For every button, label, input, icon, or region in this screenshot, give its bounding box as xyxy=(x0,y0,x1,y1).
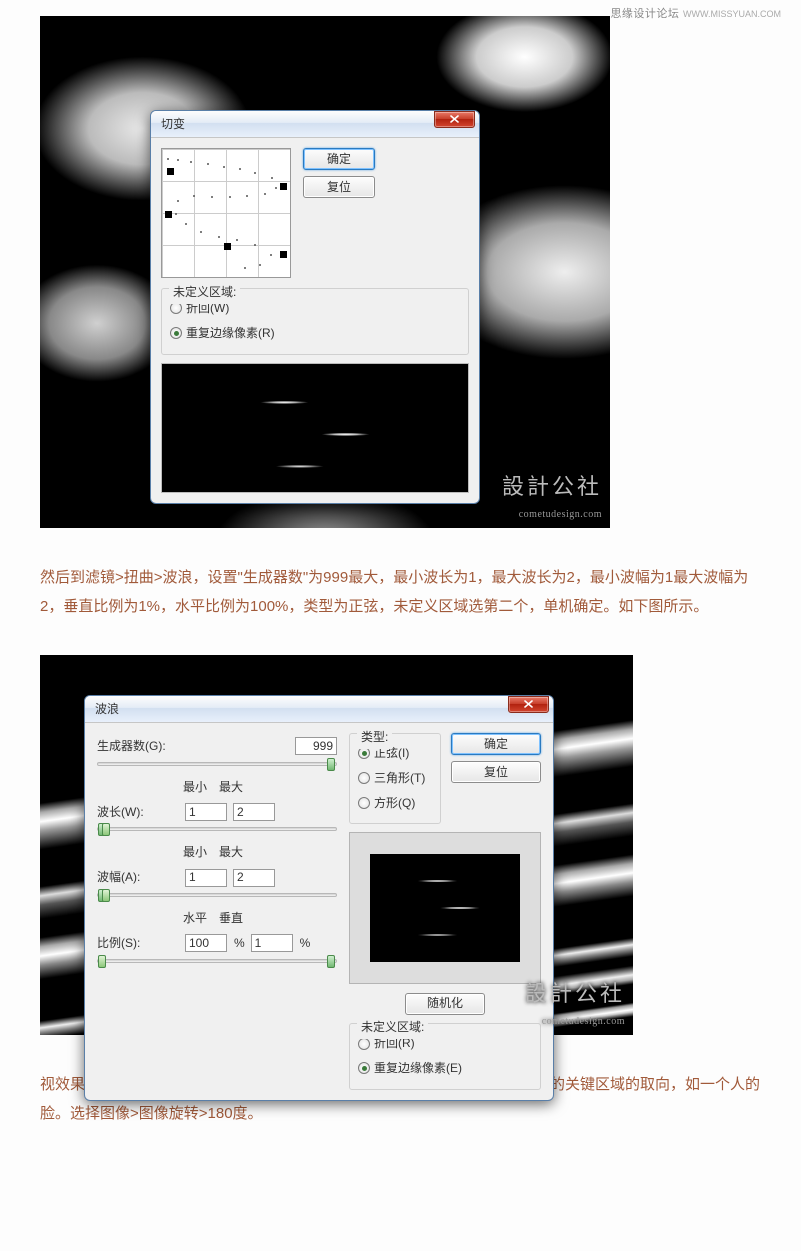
figure-shear: 切变 xyxy=(40,16,610,528)
amplitude-min-input[interactable]: 1 xyxy=(185,869,227,887)
wavelength-slider[interactable] xyxy=(97,827,337,831)
close-icon xyxy=(524,700,533,708)
min-label: 最小 xyxy=(181,841,209,864)
wave-preview xyxy=(370,854,520,962)
type-legend: 类型: xyxy=(357,726,392,749)
figure-wave: 波浪 生成器数(G): 999 xyxy=(40,655,633,1035)
generators-slider[interactable] xyxy=(97,762,337,766)
generators-input[interactable]: 999 xyxy=(295,737,337,755)
generators-label: 生成器数(G): xyxy=(97,735,183,758)
wrap-radio[interactable] xyxy=(358,1038,370,1050)
shear-handle[interactable] xyxy=(280,183,287,190)
amplitude-slider[interactable] xyxy=(97,893,337,897)
scale-slider[interactable] xyxy=(97,959,337,963)
type-square-radio[interactable] xyxy=(358,797,370,809)
reset-button[interactable]: 复位 xyxy=(451,761,541,783)
reset-button[interactable]: 复位 xyxy=(303,176,375,198)
shear-handle[interactable] xyxy=(224,243,231,250)
type-triangle-radio[interactable] xyxy=(358,772,370,784)
type-triangle-label: 三角形(T) xyxy=(374,767,425,790)
undefined-area-legend: 未定义区域: xyxy=(169,281,240,304)
horiz-label: 水平 xyxy=(181,907,209,930)
shear-preview xyxy=(161,363,469,493)
amplitude-max-input[interactable]: 2 xyxy=(233,869,275,887)
randomize-button[interactable]: 随机化 xyxy=(405,993,485,1015)
scale-horiz-input[interactable]: 100 xyxy=(185,934,227,952)
shear-handle[interactable] xyxy=(167,168,174,175)
wrap-radio[interactable] xyxy=(170,302,182,314)
undefined-area-fieldset: 未定义区域: 折回(R) 重复边缘像素(E) xyxy=(349,1023,541,1090)
wavelength-label: 波长(W): xyxy=(97,801,179,824)
ok-button[interactable]: 确定 xyxy=(303,148,375,170)
repeat-edge-radio[interactable] xyxy=(170,327,182,339)
shear-curve-grid[interactable] xyxy=(161,148,291,278)
wavelength-max-input[interactable]: 2 xyxy=(233,803,275,821)
wave-dialog: 波浪 生成器数(G): 999 xyxy=(84,695,554,1101)
close-button[interactable] xyxy=(434,111,475,128)
type-square-label: 方形(Q) xyxy=(374,792,415,815)
shear-titlebar[interactable]: 切变 xyxy=(151,111,479,138)
ok-button[interactable]: 确定 xyxy=(451,733,541,755)
repeat-edge-radio[interactable] xyxy=(358,1062,370,1074)
amplitude-label: 波幅(A): xyxy=(97,866,179,889)
close-button[interactable] xyxy=(508,696,549,713)
close-icon xyxy=(450,115,459,123)
repeat-edge-label: 重复边缘像素(E) xyxy=(374,1057,462,1080)
page-header-watermark: 思缘设计论坛 WWW.MISSYUAN.COM xyxy=(0,0,801,16)
undefined-area-legend: 未定义区域: xyxy=(357,1016,428,1039)
wave-title: 波浪 xyxy=(95,698,119,721)
wave-preview-box xyxy=(349,832,541,984)
type-sine-radio[interactable] xyxy=(358,747,370,759)
shear-title: 切变 xyxy=(161,113,185,136)
shear-handle[interactable] xyxy=(280,251,287,258)
shear-handle[interactable] xyxy=(165,211,172,218)
type-fieldset: 类型: 正弦(I) 三角形(T) 方形(Q) xyxy=(349,733,441,824)
min-label: 最小 xyxy=(181,776,209,799)
scale-label: 比例(S): xyxy=(97,932,179,955)
vert-label: 垂直 xyxy=(217,907,245,930)
instruction-paragraph-1: 然后到滤镜>扭曲>波浪，设置"生成器数"为999最大，最小波长为1，最大波长为2… xyxy=(40,564,761,621)
wave-titlebar[interactable]: 波浪 xyxy=(85,696,553,723)
site-name: 思缘设计论坛 xyxy=(610,8,679,20)
site-url: WWW.MISSYUAN.COM xyxy=(683,9,781,19)
undefined-area-fieldset: 未定义区域: 折回(W) 重复边缘像素(R) xyxy=(161,288,469,355)
wavelength-min-input[interactable]: 1 xyxy=(185,803,227,821)
max-label: 最大 xyxy=(217,776,245,799)
max-label: 最大 xyxy=(217,841,245,864)
scale-vert-input[interactable]: 1 xyxy=(251,934,293,952)
repeat-edge-label: 重复边缘像素(R) xyxy=(186,322,275,345)
shear-dialog: 切变 xyxy=(150,110,480,504)
